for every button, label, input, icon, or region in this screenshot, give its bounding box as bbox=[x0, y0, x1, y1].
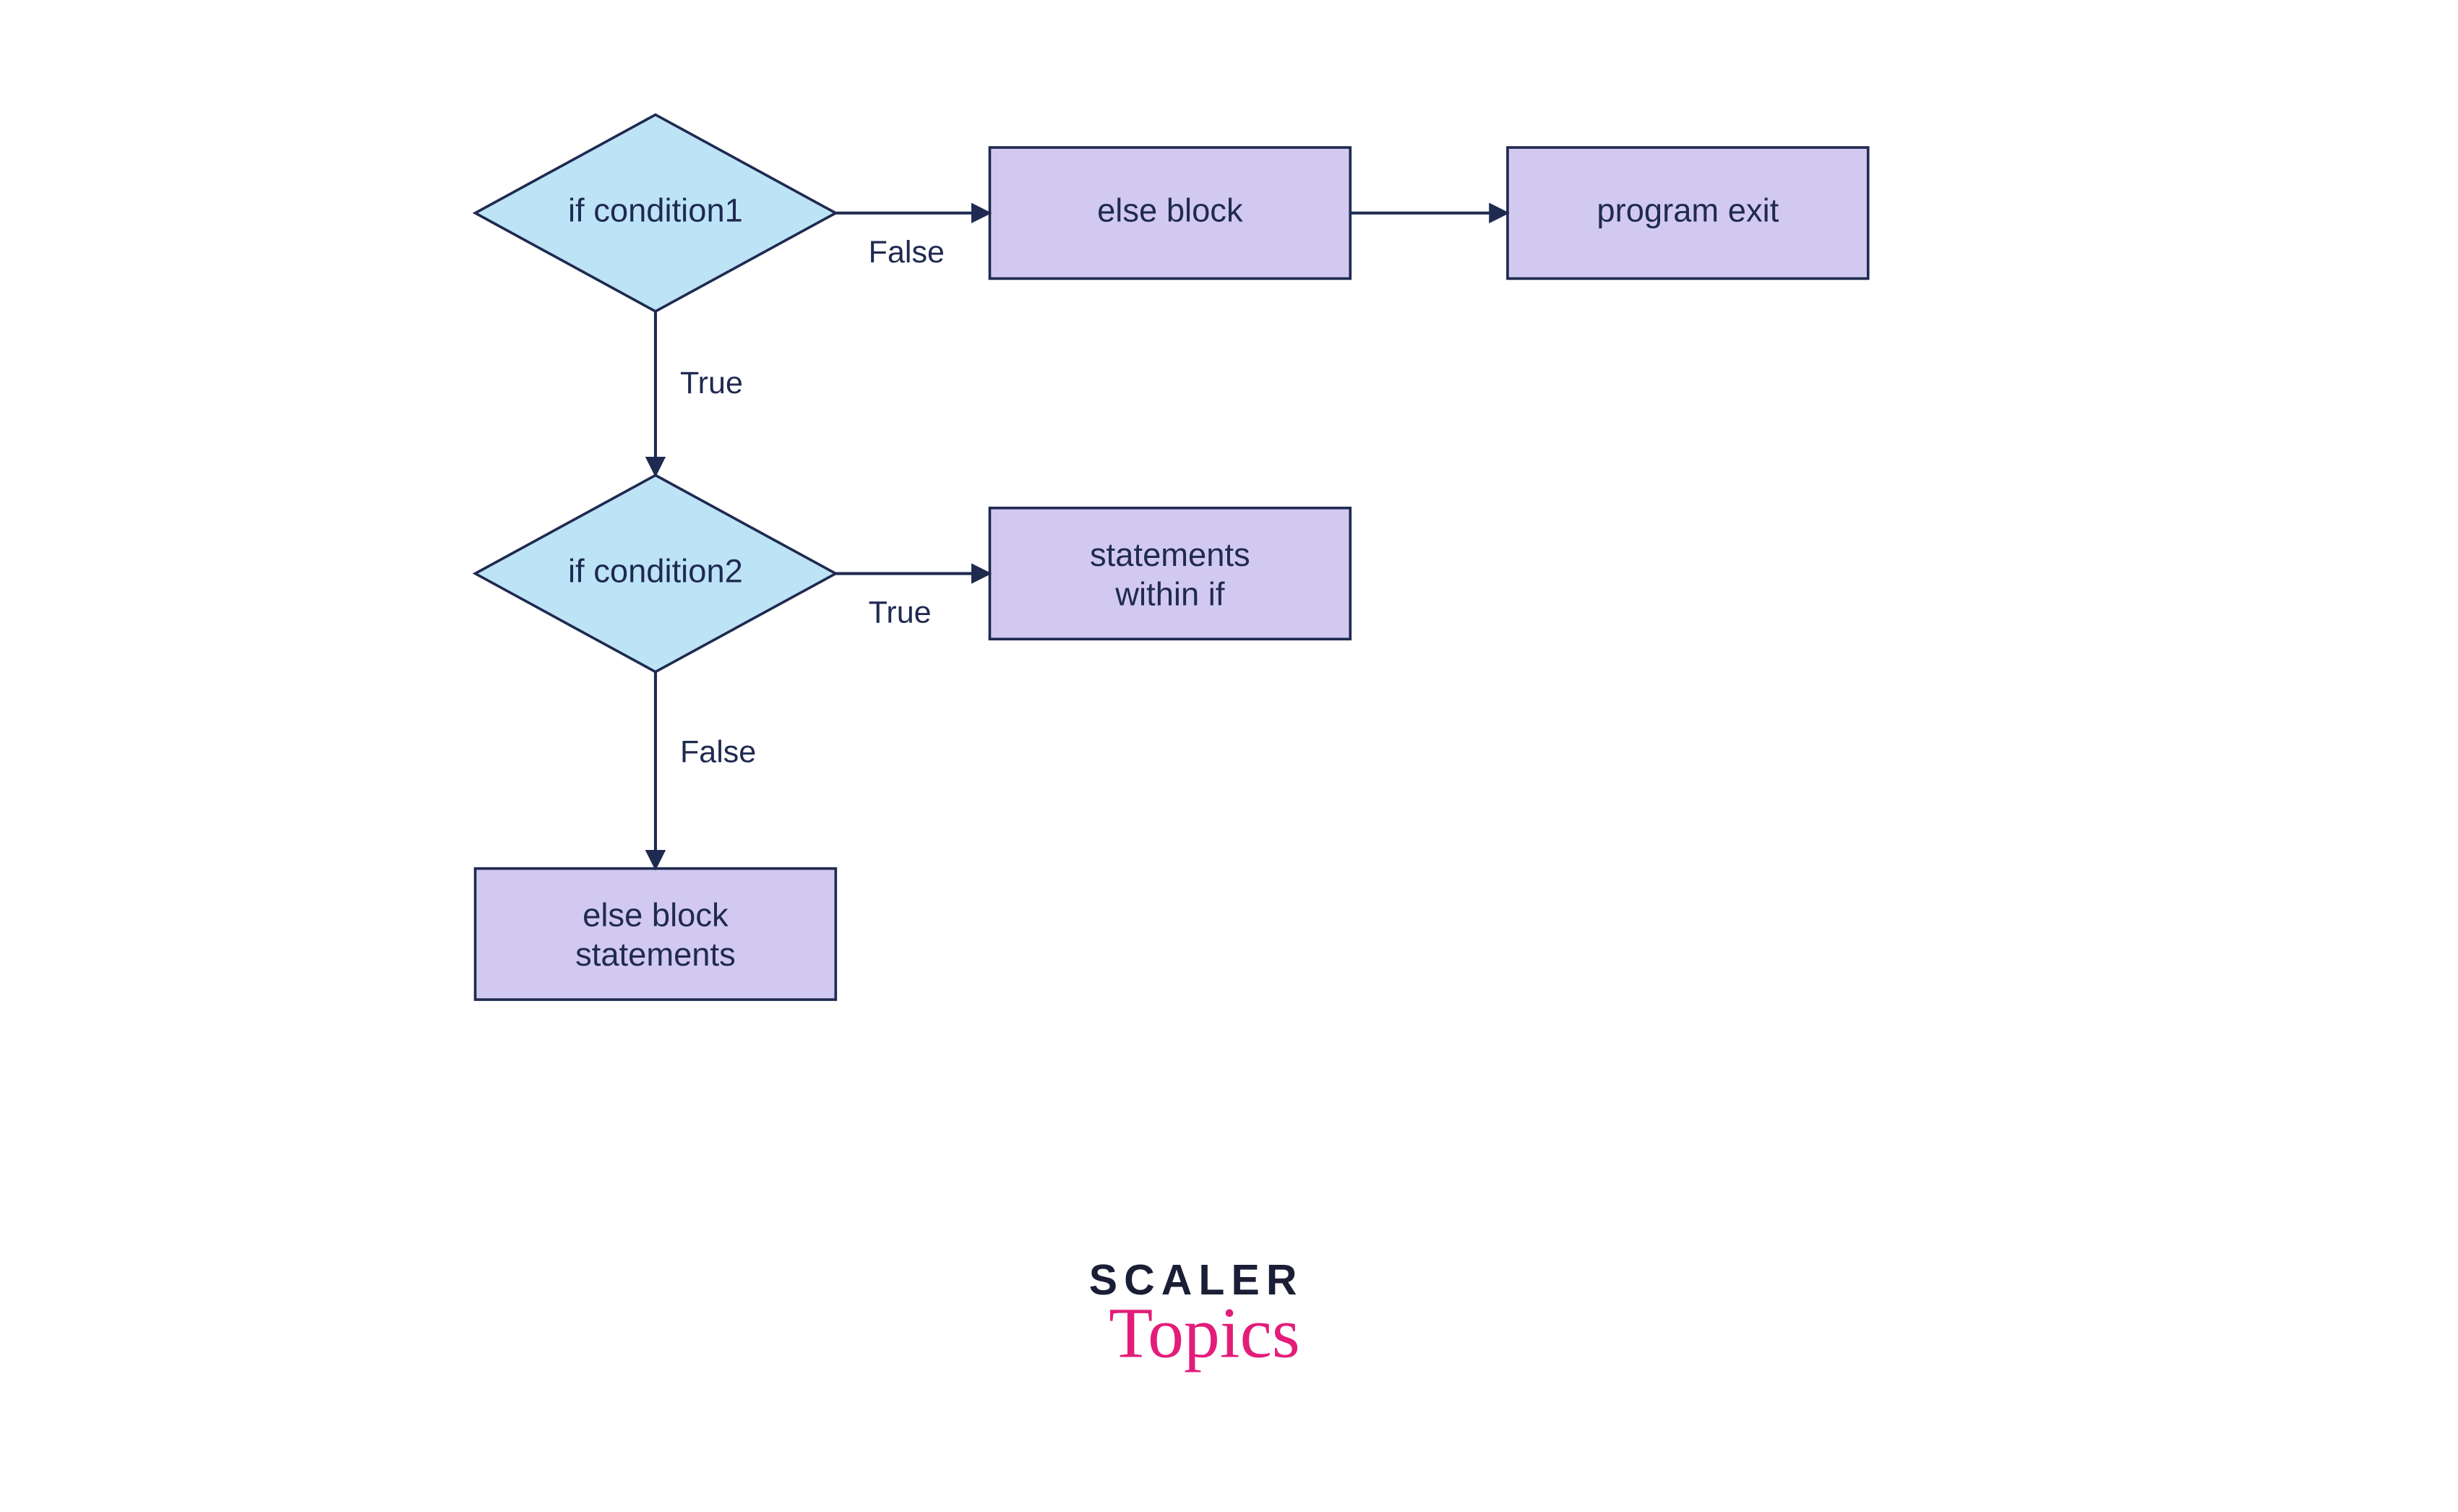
edge-label-cond2-true: True bbox=[869, 596, 932, 630]
label-else-stmts-line2: statements bbox=[575, 936, 736, 973]
node-else-block: else block bbox=[989, 147, 1350, 278]
node-statements-within-if: statements within if bbox=[989, 508, 1350, 639]
label-else-block: else block bbox=[1097, 192, 1243, 229]
flowchart-canvas: if condition1 else block program exit if… bbox=[0, 0, 2458, 1511]
branding-logo: SCALER Topics bbox=[1089, 1257, 1304, 1373]
brand-line2: Topics bbox=[1109, 1292, 1300, 1373]
edge-label-cond1-false: False bbox=[869, 235, 945, 270]
label-else-stmts-line1: else block bbox=[583, 897, 729, 934]
node-else-block-statements: else block statements bbox=[476, 869, 836, 1000]
label-statements-line2: within if bbox=[1114, 575, 1225, 612]
node-if-condition1: if condition1 bbox=[476, 115, 836, 312]
edge-label-cond1-true: True bbox=[680, 366, 743, 400]
label-statements-line1: statements bbox=[1090, 536, 1250, 573]
edge-label-cond2-false: False bbox=[680, 734, 756, 769]
label-program-exit: program exit bbox=[1597, 192, 1779, 229]
node-if-condition2: if condition2 bbox=[476, 476, 836, 672]
node-program-exit: program exit bbox=[1508, 147, 1868, 278]
label-if-condition1: if condition1 bbox=[568, 192, 743, 229]
label-if-condition2: if condition2 bbox=[568, 553, 743, 590]
